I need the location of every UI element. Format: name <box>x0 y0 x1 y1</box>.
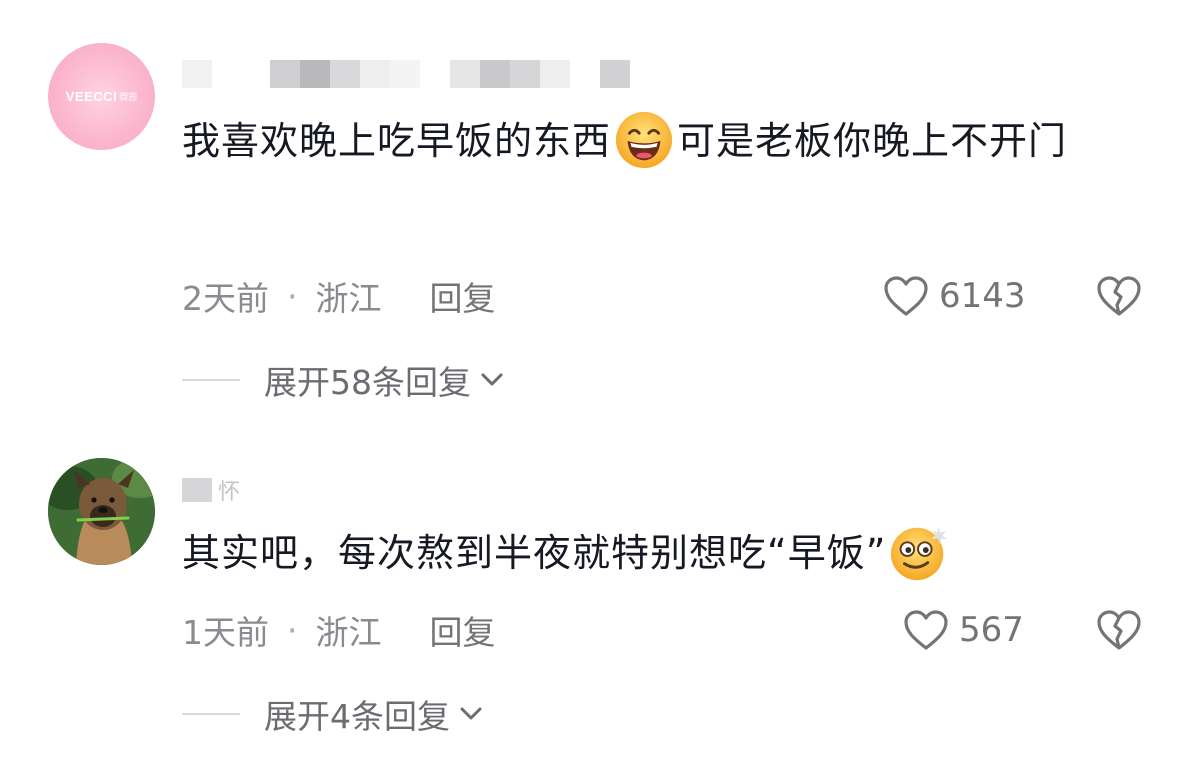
comment-meta: 1天前 · 浙江 回复 <box>182 606 496 654</box>
divider <box>182 379 240 381</box>
location: 浙江 <box>315 613 382 652</box>
dog-photo-avatar <box>48 458 155 565</box>
timestamp: 2天前 <box>182 279 269 318</box>
comment-text-part: 我喜欢晚上吃早饭的东西 <box>182 119 612 163</box>
avatar[interactable]: VEECCI 薇茜 <box>48 43 155 150</box>
chevron-down-icon <box>460 707 482 720</box>
username-blurred[interactable] <box>182 59 630 89</box>
like-count: 567 <box>959 610 1024 650</box>
username-blurred[interactable]: 怀 <box>182 475 240 505</box>
broken-heart-icon[interactable] <box>1096 608 1142 652</box>
like-button[interactable]: 567 <box>903 608 1024 652</box>
heart-outline-icon <box>904 610 948 650</box>
avatar-brand-text: VEECCI <box>65 89 118 104</box>
like-count: 6143 <box>939 276 1026 316</box>
dizzy-smile-emoji-icon <box>891 526 948 580</box>
timestamp: 1天前 <box>182 613 269 652</box>
broken-heart-icon[interactable] <box>1096 274 1142 318</box>
reply-button[interactable]: 回复 <box>430 272 496 320</box>
expand-replies-label: 展开4条回复 <box>264 697 450 736</box>
comment-meta: 2天前 · 浙江 回复 <box>182 272 496 320</box>
chevron-down-icon <box>481 373 503 386</box>
separator-dot: · <box>287 276 298 316</box>
comment-text: 我喜欢晚上吃早饭的东西 可是老板你晚上不开门 <box>182 100 1167 182</box>
comment-text: 其实吧，每次熬到半夜就特别想吃“早饭” <box>182 512 1167 594</box>
comment-text-part: 可是老板你晚上不开门 <box>677 119 1068 163</box>
expand-replies-button[interactable]: 展开58条回复 <box>182 358 503 402</box>
avatar[interactable] <box>48 458 155 565</box>
like-button[interactable]: 6143 <box>883 274 1026 318</box>
location: 浙江 <box>315 279 382 318</box>
reply-button[interactable]: 回复 <box>430 606 496 654</box>
username-visible-char: 怀 <box>218 480 241 505</box>
comment-text-part: 其实吧，每次熬到半夜就特别想吃“早饭” <box>182 531 887 575</box>
grinning-face-emoji-icon <box>615 111 673 168</box>
expand-replies-button[interactable]: 展开4条回复 <box>182 692 482 736</box>
expand-replies-label: 展开58条回复 <box>264 363 471 402</box>
heart-outline-icon <box>884 276 928 316</box>
avatar-brand-sub: 薇茜 <box>119 93 138 103</box>
separator-dot: · <box>287 610 298 650</box>
divider <box>182 713 240 715</box>
